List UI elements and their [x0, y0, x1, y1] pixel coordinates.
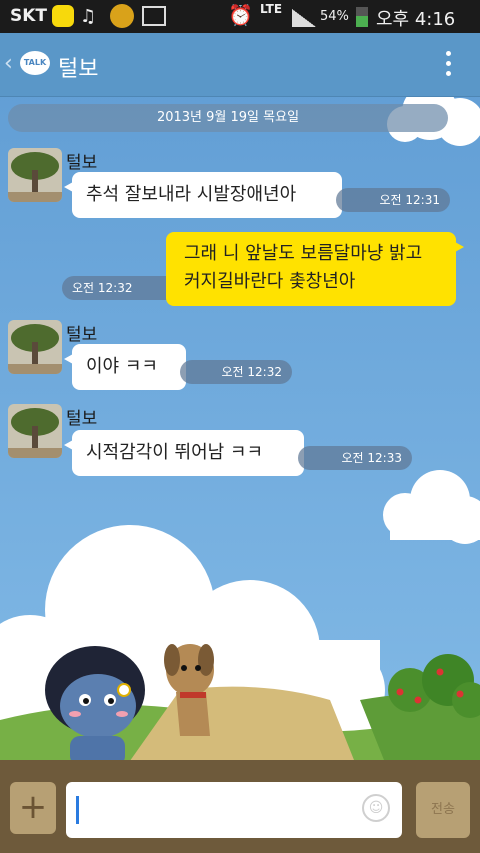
chat-title: 털보 [58, 57, 99, 82]
message-time: 오전 12:31 [336, 188, 450, 212]
battery-icon [356, 7, 368, 27]
carrier-label: SKT [10, 6, 48, 26]
input-bar: + ☺ 전송 [0, 772, 480, 853]
message-bubble[interactable]: 추석 잘보내라 시발장애년아 [64, 172, 342, 218]
message-line: 그래 니 앞날도 보름달마냥 밝고 [184, 243, 423, 264]
sender-name: 털보 [66, 325, 98, 345]
image-icon [142, 6, 166, 26]
music-icon: ♫ [80, 6, 97, 27]
status-bar: SKT ♫ ⏰ LTE 54% 오후 4:16 [0, 0, 480, 33]
message-time: 오전 12:32 [180, 360, 292, 384]
chat-header: ‹ TALK 털보 [0, 33, 480, 97]
message-bubble[interactable]: 시적감각이 뛰어남 ㅋㅋ [64, 430, 304, 476]
message-bubble[interactable]: 이야 ㅋㅋ [64, 344, 186, 390]
sender-name: 털보 [66, 409, 98, 429]
send-button[interactable]: 전송 [416, 782, 470, 838]
network-label: LTE [260, 2, 283, 16]
talk-logo-icon[interactable]: TALK [20, 51, 50, 75]
my-message-bubble[interactable]: 그래 니 앞날도 보름달마냥 밝고 커지길바란다 촟창년아 [166, 232, 464, 306]
message-time: 오전 12:33 [298, 446, 412, 470]
sender-name: 털보 [66, 153, 98, 173]
add-attachment-button[interactable]: + [10, 782, 56, 834]
back-chevron-icon[interactable]: ‹ [4, 51, 13, 76]
avatar[interactable] [8, 320, 62, 374]
emoticon-icon[interactable]: ☺ [362, 794, 390, 822]
overflow-menu-icon[interactable] [440, 51, 456, 79]
message-input[interactable]: ☺ [66, 782, 402, 838]
alarm-icon: ⏰ [228, 3, 253, 27]
avatar[interactable] [8, 148, 62, 202]
kakaotalk-icon [52, 5, 74, 27]
signal-icon [292, 9, 316, 27]
message-time: 오전 12:32 [62, 276, 178, 300]
message-line: 커지길바란다 촟창년아 [184, 271, 356, 292]
text-caret [76, 796, 79, 824]
clock-label: 오후 4:16 [376, 9, 456, 30]
smiley-icon [110, 4, 134, 28]
date-divider: 2013년 9월 19일 목요일 [8, 104, 448, 132]
battery-percent: 54% [320, 9, 349, 24]
avatar[interactable] [8, 404, 62, 458]
